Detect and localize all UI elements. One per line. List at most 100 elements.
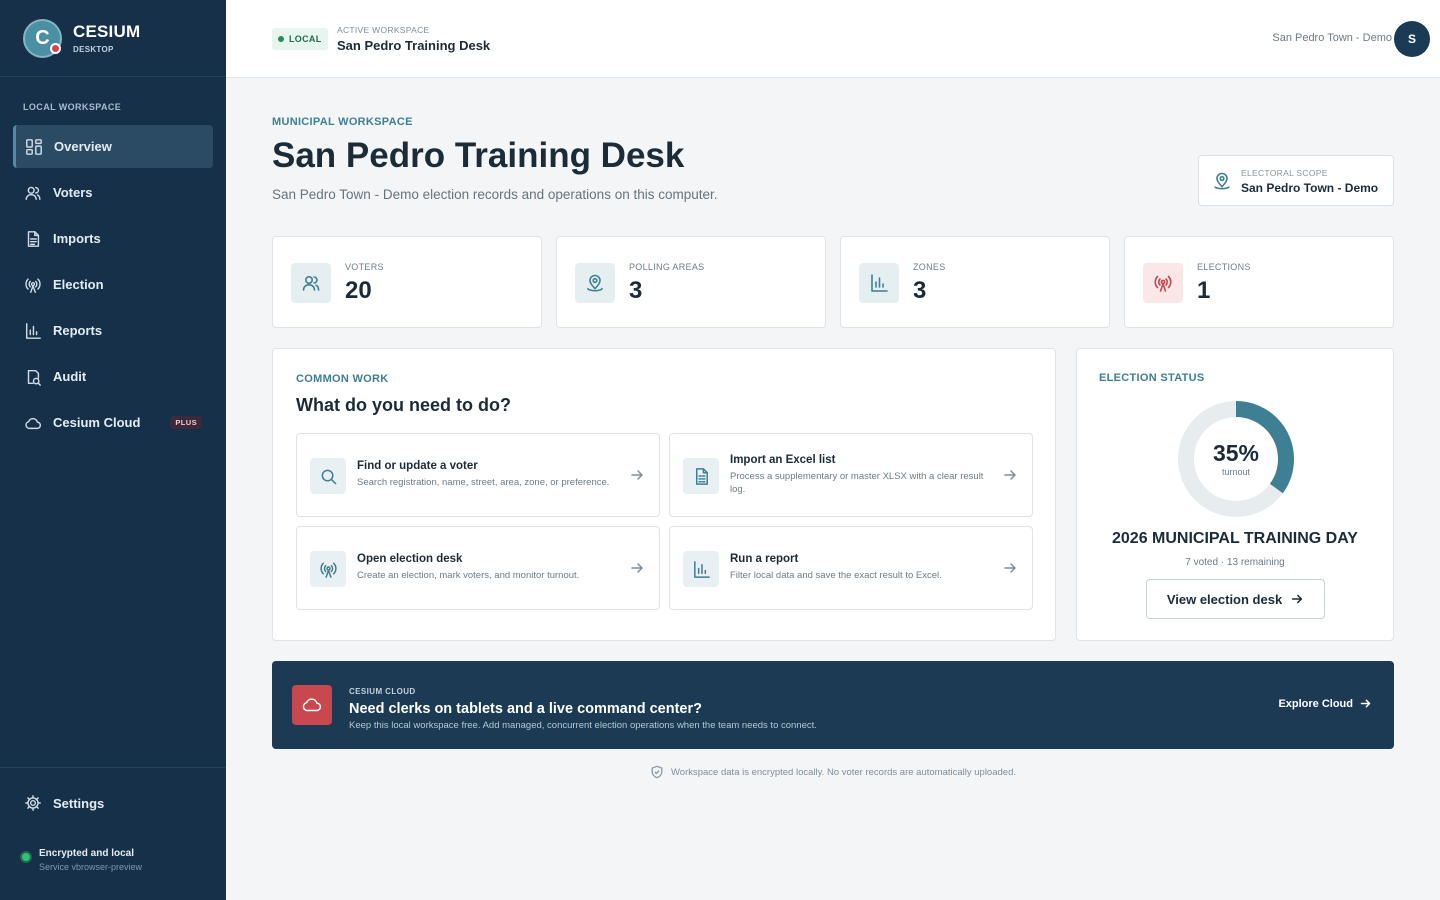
electoral-scope-value: San Pedro Town - Demo — [1241, 181, 1379, 195]
explore-cloud-link[interactable]: Explore Cloud — [1278, 697, 1372, 710]
shield-check-icon — [651, 765, 663, 779]
common-work-eyebrow: COMMON WORK — [296, 373, 389, 385]
workspace-scope-text: San Pedro Town - Demo — [1272, 32, 1392, 44]
cloud-banner: CESIUM CLOUD Need clerks on tablets and … — [272, 661, 1394, 749]
election-status-eyebrow: ELECTION STATUS — [1099, 372, 1205, 384]
status-subtitle: Service vbrowser-preview — [39, 862, 143, 872]
avatar[interactable]: S — [1394, 21, 1430, 57]
users-icon — [24, 184, 42, 202]
cloud-subtitle: Keep this local workspace free. Add mana… — [349, 720, 817, 731]
cloud-icon — [292, 685, 332, 725]
status-title: Encrypted and local — [39, 848, 135, 859]
sidebar-item-label: Overview — [54, 139, 112, 154]
sidebar-item-voters[interactable]: Voters — [13, 171, 213, 214]
map-pin-icon — [575, 263, 615, 303]
task-title: Find or update a voter — [357, 460, 478, 472]
bar-chart-icon — [683, 551, 719, 587]
stat-label: POLLING AREAS — [629, 262, 705, 272]
stat-value: 3 — [629, 277, 643, 304]
stat-value: 1 — [1197, 277, 1211, 304]
logo-letter: C — [35, 26, 50, 49]
sidebar-item-overview[interactable]: Overview — [13, 125, 213, 168]
stat-card-polling-areas[interactable]: POLLING AREAS 3 — [556, 236, 826, 328]
sidebar-nav: Overview Voters Imports Election Reports… — [0, 125, 226, 444]
stat-card-elections[interactable]: ELECTIONS 1 — [1124, 236, 1394, 328]
grid-icon — [25, 138, 43, 156]
election-name: 2026 MUNICIPAL TRAINING DAY — [1112, 530, 1358, 547]
local-badge: LOCAL — [272, 28, 328, 50]
sidebar-item-label: Settings — [53, 795, 105, 811]
election-status-card: ELECTION STATUS 35% turnout 2026 MUNICIP… — [1076, 348, 1394, 641]
bar-chart-icon — [24, 322, 42, 340]
file-icon — [24, 230, 42, 248]
cloud-icon — [24, 414, 42, 432]
electoral-scope-label: ELECTORAL SCOPE — [1241, 168, 1328, 178]
page-title: San Pedro Training Desk — [272, 136, 685, 175]
common-work-title: What do you need to do? — [296, 395, 511, 415]
brand[interactable]: C CESIUM DESKTOP — [0, 0, 226, 77]
sidebar-item-reports[interactable]: Reports — [13, 309, 213, 352]
active-workspace-name: San Pedro Training Desk — [337, 38, 491, 53]
stat-label: ELECTIONS — [1197, 262, 1251, 272]
broadcast-icon — [310, 551, 346, 587]
arrow-right-icon — [1002, 467, 1018, 483]
sidebar-item-settings[interactable]: Settings — [0, 768, 226, 838]
brand-subtitle: DESKTOP — [73, 45, 114, 54]
sidebar-footer: Settings Encrypted and local Service vbr… — [0, 767, 226, 900]
logo-status-dot — [50, 42, 61, 54]
bar-chart-icon — [859, 263, 899, 303]
election-progress-text: 7 voted · 13 remaining — [1185, 557, 1285, 568]
users-icon — [291, 263, 331, 303]
arrow-right-icon — [629, 560, 645, 576]
task-run-report[interactable]: Run a report Filter local data and save … — [669, 526, 1033, 610]
brand-name: CESIUM — [73, 22, 141, 41]
sidebar-item-audit[interactable]: Audit — [13, 355, 213, 398]
cloud-title: Need clerks on tablets and a live comman… — [349, 701, 702, 717]
sidebar-item-cesium-cloud[interactable]: Cesium Cloud PLUS — [13, 401, 213, 444]
map-pin-icon — [1212, 171, 1232, 191]
view-election-desk-button[interactable]: View election desk — [1146, 579, 1325, 619]
stat-value: 20 — [345, 277, 372, 304]
topbar: LOCAL ACTIVE WORKSPACE San Pedro Trainin… — [226, 0, 1440, 78]
sidebar-item-imports[interactable]: Imports — [13, 217, 213, 260]
stat-label: ZONES — [913, 262, 946, 272]
cloud-eyebrow: CESIUM CLOUD — [349, 687, 416, 696]
electoral-scope-card[interactable]: ELECTORAL SCOPE San Pedro Town - Demo — [1198, 155, 1394, 206]
arrow-right-icon — [1292, 594, 1303, 604]
page-eyebrow: MUNICIPAL WORKSPACE — [272, 116, 413, 128]
task-description: Create an election, mark voters, and mon… — [357, 570, 580, 581]
sidebar-item-label: Election — [53, 277, 104, 292]
sidebar: C CESIUM DESKTOP LOCAL WORKSPACE Overvie… — [0, 0, 226, 900]
sidebar-item-election[interactable]: Election — [13, 263, 213, 306]
stat-card-zones[interactable]: ZONES 3 — [840, 236, 1110, 328]
plus-badge: PLUS — [170, 416, 202, 429]
task-description: Search registration, name, street, area,… — [357, 477, 610, 488]
turnout-caption: turnout — [1221, 467, 1251, 477]
gear-icon — [24, 794, 42, 812]
spreadsheet-icon — [683, 458, 719, 494]
arrow-right-icon — [1002, 560, 1018, 576]
turnout-percent: 35% — [1212, 440, 1260, 466]
audit-icon — [24, 368, 42, 386]
task-title: Open election desk — [357, 553, 463, 565]
stat-value: 3 — [913, 277, 927, 304]
explore-cloud-label: Explore Cloud — [1278, 697, 1353, 710]
stat-card-voters[interactable]: VOTERS 20 — [272, 236, 542, 328]
page-subtitle: San Pedro Town - Demo election records a… — [272, 187, 718, 202]
task-description: Process a supplementary or master XLSX w… — [730, 471, 984, 495]
sidebar-item-label: Imports — [53, 231, 101, 246]
common-work-card: COMMON WORK What do you need to do? Find… — [272, 348, 1056, 641]
sidebar-section-label: LOCAL WORKSPACE — [23, 102, 122, 112]
stat-label: VOTERS — [345, 262, 384, 272]
turnout-donut: 35% turnout — [1177, 400, 1295, 518]
task-description: Filter local data and save the exact res… — [730, 570, 942, 581]
task-open-election-desk[interactable]: Open election desk Create an election, m… — [296, 526, 660, 610]
view-election-desk-label: View election desk — [1166, 591, 1283, 607]
arrow-right-icon — [629, 467, 645, 483]
task-find-voter[interactable]: Find or update a voter Search registrati… — [296, 433, 660, 517]
task-title: Import an Excel list — [730, 454, 836, 466]
broadcast-icon — [24, 276, 42, 294]
task-import-excel[interactable]: Import an Excel list Process a supplemen… — [669, 433, 1033, 517]
sidebar-item-label: Reports — [53, 323, 103, 338]
broadcast-icon — [1143, 263, 1183, 303]
